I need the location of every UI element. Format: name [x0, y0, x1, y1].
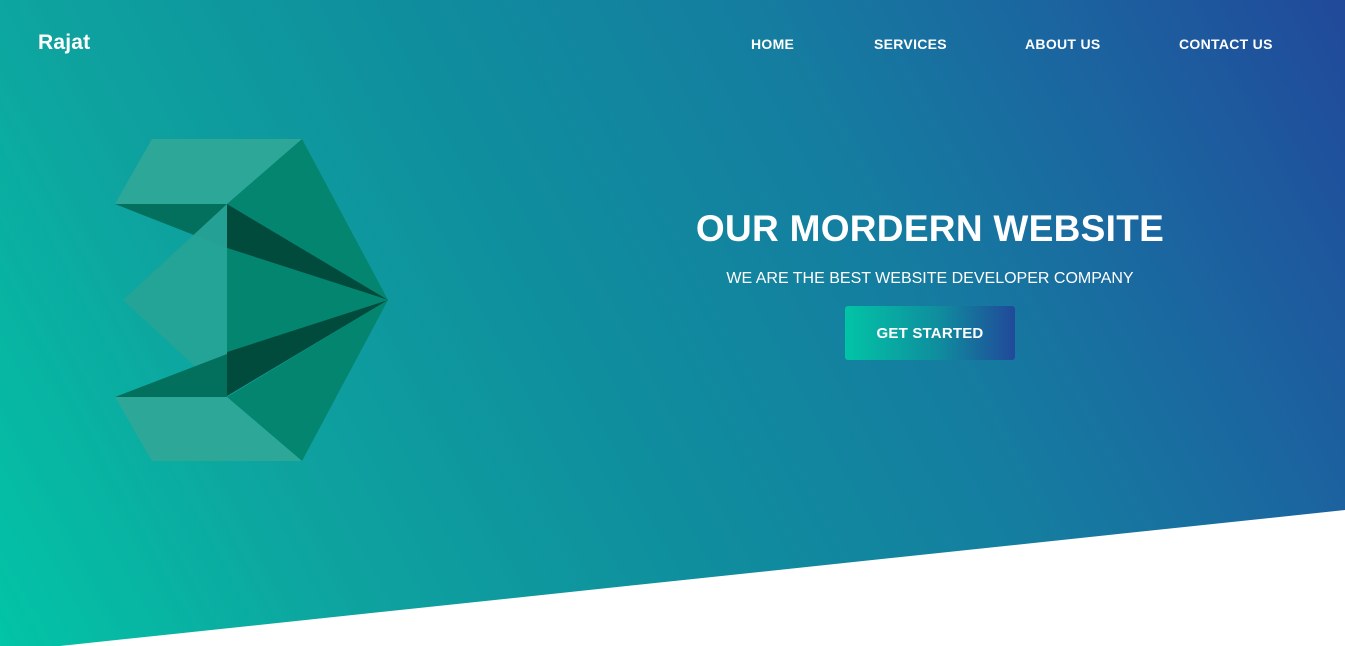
- nav-home-link[interactable]: HOME: [751, 36, 794, 52]
- logo-lower-shadow-face: [115, 354, 227, 397]
- get-started-button[interactable]: GET STARTED: [845, 306, 1015, 360]
- nav-contact-us-link[interactable]: CONTACT US: [1179, 36, 1273, 52]
- hero-subtitle: WE ARE THE BEST WEBSITE DEVELOPER COMPAN…: [726, 270, 1134, 287]
- 3d-polygon-logo-icon: [115, 139, 388, 461]
- main-nav: HOME SERVICES ABOUT US CONTACT US: [0, 36, 1345, 56]
- nav-about-us-link[interactable]: ABOUT US: [1025, 36, 1101, 52]
- hero-title: OUR MORDERN WEBSITE: [695, 208, 1165, 249]
- nav-services-link[interactable]: SERVICES: [874, 36, 947, 52]
